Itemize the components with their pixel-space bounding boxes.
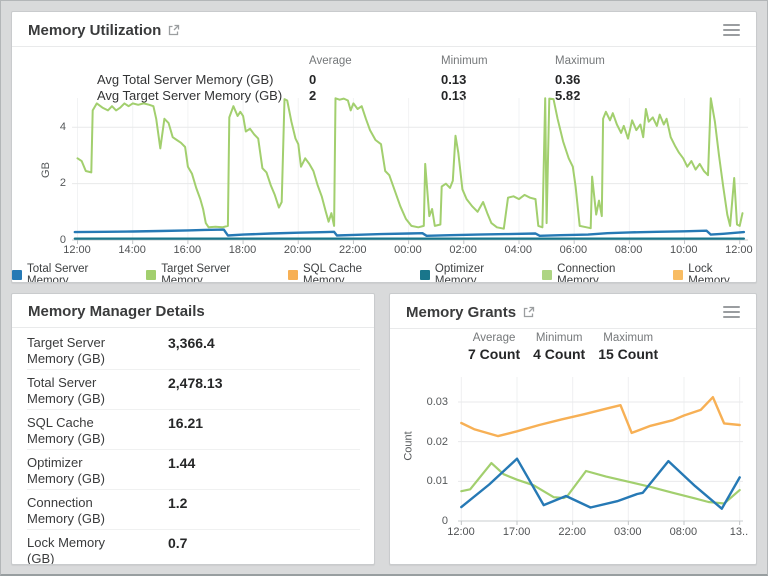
legend-swatch [146,270,156,280]
detail-row: Optimizer Memory (GB) 1.44 [27,450,360,490]
x-tick: 03:00 [611,526,645,538]
x-tick: 08:00 [612,244,646,256]
legend-item-sql-cache-memory[interactable]: SQL Cache Memory [288,263,405,283]
menu-icon[interactable] [721,21,742,39]
legend-swatch [673,270,683,280]
memory-grants-title: Memory Grants [406,304,516,321]
y-tick: 2 [46,177,66,189]
x-tick: 04:00 [501,244,535,256]
x-tick: 12:00 [60,244,94,256]
external-link-icon[interactable] [523,306,535,318]
x-tick: 22:00 [555,526,589,538]
chart-legend: Total Server Memory Target Server Memory… [12,263,756,283]
legend-swatch [288,270,298,280]
x-tick: 20:00 [281,244,315,256]
dashboard-page: Memory Utilization Average Minimum Maxim… [0,0,768,576]
stats-value-maximum: 0.36 [555,72,675,87]
memory-utilization-stats: Average Minimum Maximum Avg Total Server… [97,54,675,103]
x-tick: 13.. [722,526,756,538]
memory-utilization-title: Memory Utilization [28,22,161,39]
stats-value-minimum: 0.13 [441,72,555,87]
x-tick: 16:00 [170,244,204,256]
detail-row: Connection Memory (GB) 1.2 [27,490,360,530]
memory-utilization-header: Memory Utilization [12,12,756,47]
x-axis-labels: 12:00 14:00 16:00 18:00 20:00 22:00 00:0… [60,244,756,256]
memory-manager-details-title: Memory Manager Details [28,303,205,320]
memory-manager-details-header: Memory Manager Details [12,294,374,328]
x-tick: 18:00 [225,244,259,256]
memory-utilization-chart[interactable] [72,98,748,240]
detail-label: Total Server Memory (GB) [27,375,133,407]
stats-header-minimum: Minimum [441,54,555,71]
x-tick: 00:00 [391,244,425,256]
x-tick: 17:00 [500,526,534,538]
detail-value: 3,366.4 [168,335,215,351]
x-tick: 14:00 [115,244,149,256]
stats-row-label: Avg Total Server Memory (GB) [97,72,309,87]
y-tick: 4 [46,121,66,133]
detail-label: Target Server Memory (GB) [27,335,133,367]
panel-memory-manager-details: Memory Manager Details Target Server Mem… [11,293,375,565]
x-tick: 22:00 [336,244,370,256]
x-tick: 12:00 [444,526,478,538]
memory-grants-header: Memory Grants [390,294,756,329]
memory-manager-details-list: Target Server Memory (GB) 3,366.4 Total … [27,330,360,565]
x-tick: 12:00 [722,244,756,256]
legend-item-target-server-memory[interactable]: Target Server Memory [146,263,273,283]
stats-value-average: 7 Count [468,346,520,362]
legend-item-optimizer-memory[interactable]: Optimizer Memory [420,263,527,283]
legend-swatch [420,270,430,280]
stats-header-maximum: Maximum [598,332,658,344]
external-link-icon[interactable] [168,24,180,36]
detail-row: Total Server Memory (GB) 2,478.13 [27,370,360,410]
detail-label: SQL Cache Memory (GB) [27,415,133,447]
detail-value: 1.44 [168,455,195,471]
memory-grants-chart[interactable] [458,377,743,521]
legend-item-lock-memory[interactable]: Lock Memory [673,263,756,283]
legend-swatch [12,270,22,280]
detail-row: Target Server Memory (GB) 3,366.4 [27,330,360,370]
detail-value: 16.21 [168,415,203,431]
stats-value-average: 0 [309,72,441,87]
detail-label: Connection Memory (GB) [27,495,133,527]
menu-icon[interactable] [721,303,742,321]
legend-swatch [542,270,552,280]
legend-item-total-server-memory[interactable]: Total Server Memory [12,263,131,283]
stats-value-minimum: 4 Count [533,346,585,362]
detail-row: SQL Cache Memory (GB) 16.21 [27,410,360,450]
x-tick: 08:00 [666,526,700,538]
x-tick: 02:00 [446,244,480,256]
y-tick: 0 [408,515,448,527]
detail-label: Optimizer Memory (GB) [27,455,133,487]
x-axis-labels: 12:00 17:00 22:00 03:00 08:00 13.. [444,526,756,538]
y-tick: 0.01 [408,475,448,487]
y-axis-label: GB [40,162,52,178]
stats-header-minimum: Minimum [533,332,585,344]
detail-value: 0.7 [168,535,187,551]
panel-memory-utilization: Memory Utilization Average Minimum Maxim… [11,11,757,283]
detail-row: Lock Memory (GB) 0.7 [27,530,360,565]
y-tick: 0.02 [408,436,448,448]
stats-header-average: Average [309,54,441,71]
stats-header-average: Average [468,332,520,344]
x-tick: 06:00 [556,244,590,256]
detail-value: 2,478.13 [168,375,223,391]
stats-value-maximum: 15 Count [598,346,658,362]
detail-value: 1.2 [168,495,187,511]
x-tick: 10:00 [667,244,701,256]
stats-header-maximum: Maximum [555,54,675,71]
panel-memory-grants: Memory Grants Average 7 Count Minimum 4 … [389,293,757,565]
legend-item-connection-memory[interactable]: Connection Memory [542,263,658,283]
detail-label: Lock Memory (GB) [27,535,133,565]
memory-grants-stats: Average 7 Count Minimum 4 Count Maximum … [468,332,658,362]
y-tick: 0.03 [408,396,448,408]
